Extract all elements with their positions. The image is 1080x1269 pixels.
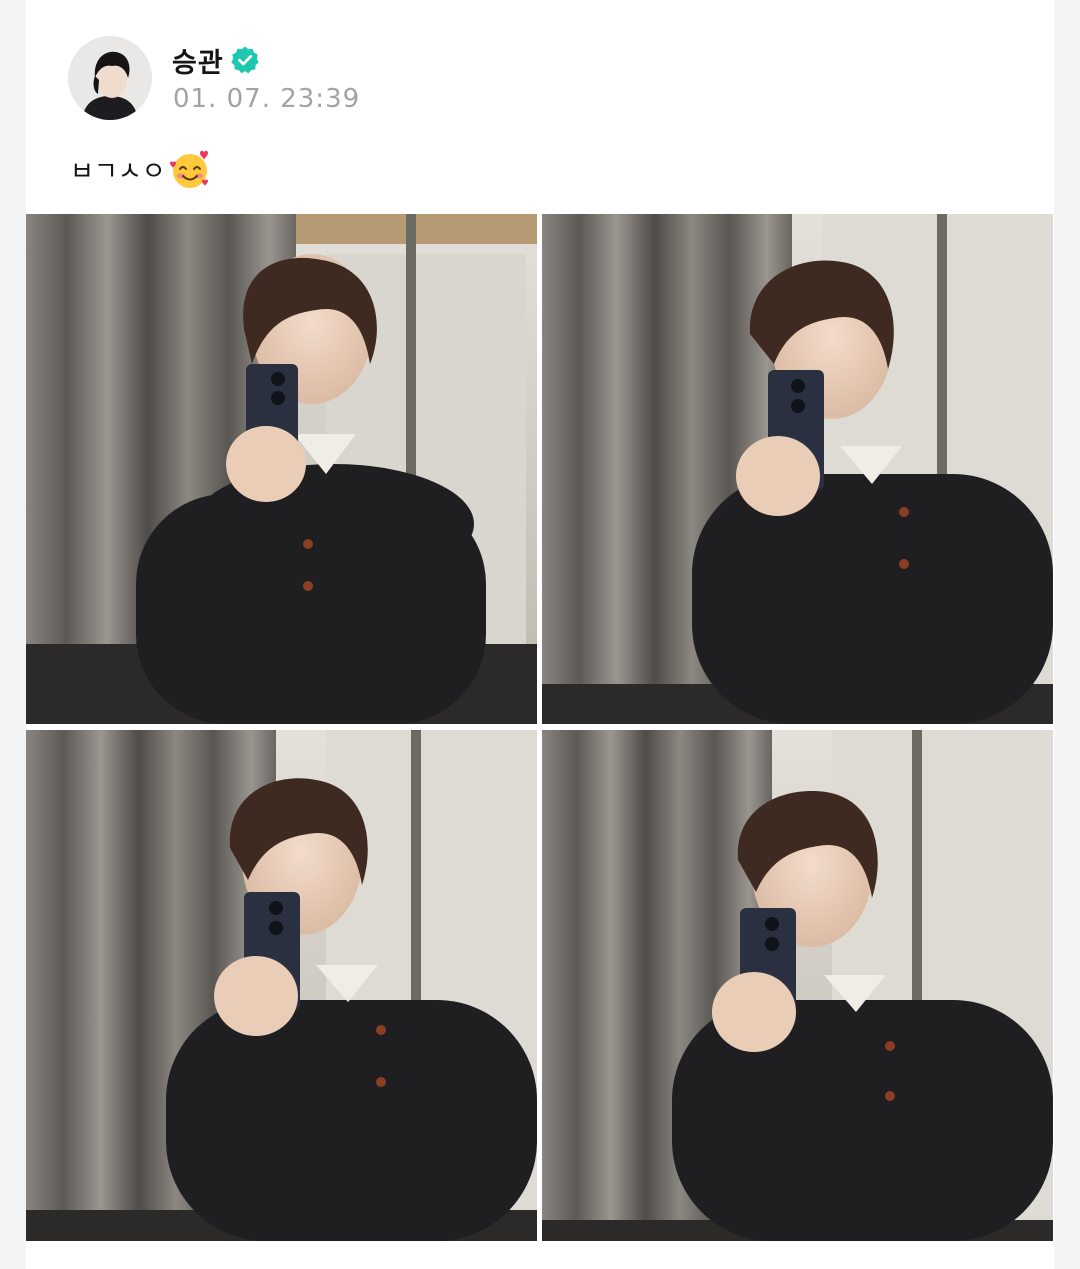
smiling-face-with-hearts-emoji xyxy=(168,147,212,191)
verified-badge-icon xyxy=(230,45,260,75)
post-text: ㅂㄱㅅㅇ xyxy=(70,156,166,187)
avatar[interactable] xyxy=(68,36,152,120)
photo-1[interactable] xyxy=(26,214,537,724)
post-body: ㅂㄱㅅㅇ xyxy=(70,146,212,192)
author-name[interactable]: 승관 xyxy=(172,41,224,80)
mirror-selfie-photo-1 xyxy=(26,214,537,724)
mirror-selfie-photo-4 xyxy=(542,730,1053,1241)
post-card: 승관 01. 07. 23:39 ㅂㄱㅅㅇ xyxy=(26,0,1054,1269)
photo-3[interactable] xyxy=(26,730,537,1241)
mirror-selfie-photo-2 xyxy=(542,214,1053,724)
avatar-image xyxy=(68,36,152,120)
photo-2[interactable] xyxy=(542,214,1053,724)
photo-4[interactable] xyxy=(542,730,1053,1241)
mirror-selfie-photo-3 xyxy=(26,730,537,1241)
post-timestamp: 01. 07. 23:39 xyxy=(173,84,361,114)
author-row: 승관 xyxy=(172,38,260,82)
